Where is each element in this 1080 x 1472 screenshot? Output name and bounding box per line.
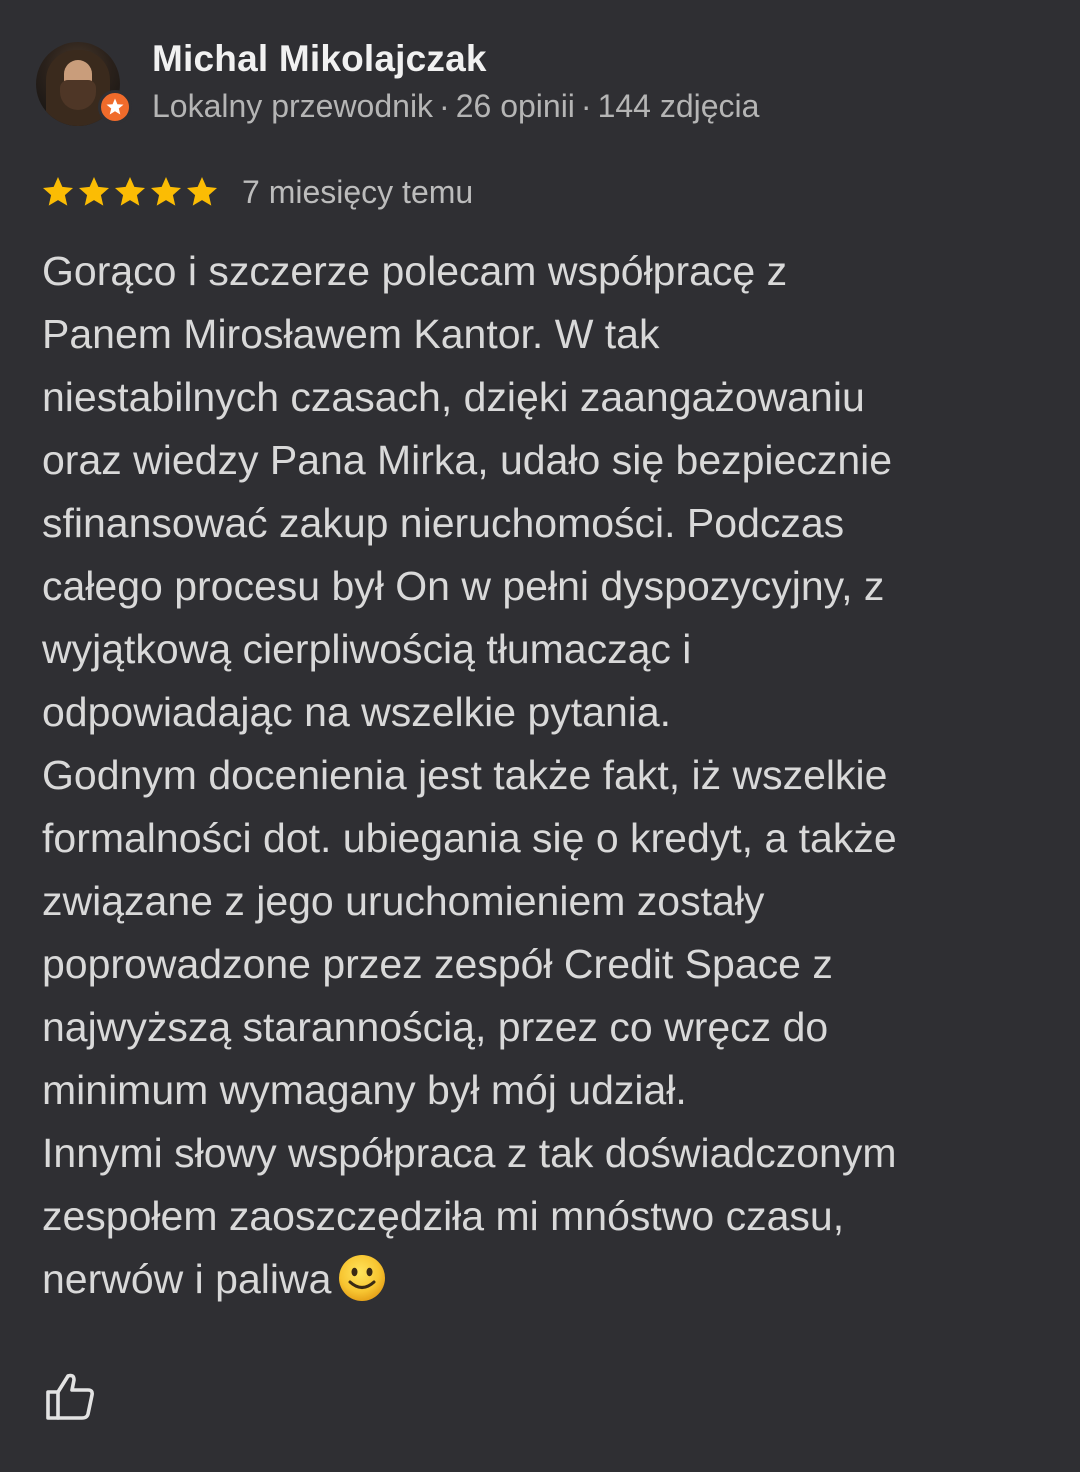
star-icon (112, 174, 148, 210)
star-rating (40, 174, 220, 210)
star-icon (184, 174, 220, 210)
star-icon (148, 174, 184, 210)
review-text: Gorąco i szczerze polecam współpracę z P… (42, 248, 897, 1302)
thumbs-up-icon (46, 1373, 94, 1420)
author-review-count: 26 opinii (455, 88, 575, 124)
review-body: Gorąco i szczerze polecam współpracę z P… (42, 240, 1052, 1311)
review-header: Michal Mikolajczak Lokalny przewodnik · 26… (36, 38, 1046, 138)
local-guide-badge-icon (98, 90, 132, 124)
badge-star-icon (106, 98, 124, 115)
author-name[interactable]: Michal Mikolajczak (152, 38, 487, 80)
like-button[interactable] (44, 1370, 96, 1422)
star-icon (40, 174, 76, 210)
author-meta: Lokalny przewodnik · 26 opinii · 144 zdjęcia (152, 88, 759, 125)
author-photo-count: 144 zdjęcia (597, 88, 760, 124)
meta-separator: · (439, 88, 450, 124)
meta-separator: · (580, 88, 592, 124)
author-role: Lokalny przewodnik (152, 88, 434, 124)
star-icon (76, 174, 112, 210)
review-time: 7 miesięcy temu (242, 173, 474, 210)
rating-row: 7 miesięcy temu (40, 170, 473, 214)
smiling-face-emoji (339, 1255, 386, 1301)
